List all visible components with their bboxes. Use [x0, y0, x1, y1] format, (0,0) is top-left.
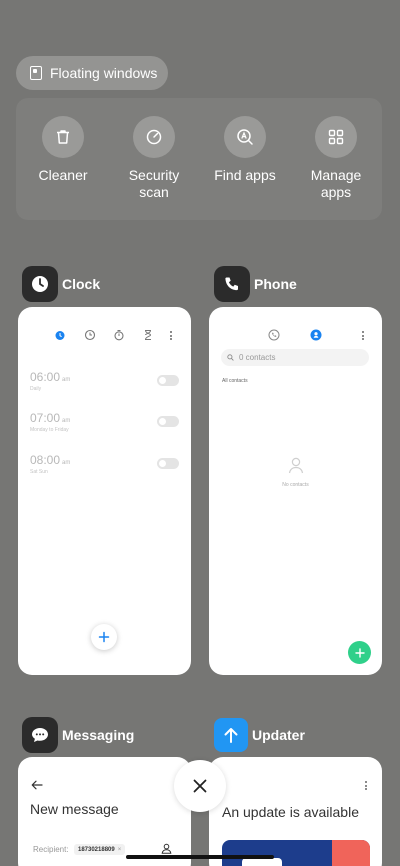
alarm-tab-icon[interactable]: [54, 329, 66, 341]
close-icon: [193, 779, 207, 793]
grid-icon: [315, 116, 357, 158]
alarm-ampm: am: [62, 418, 71, 424]
clock-more-menu-icon[interactable]: [170, 331, 173, 341]
plus-icon: [354, 647, 365, 658]
remove-recipient-icon[interactable]: ×: [118, 847, 122, 853]
updater-app-card[interactable]: An update is available: [209, 757, 382, 866]
clock-app-card[interactable]: 06:00 am Daily 07:00 am Monday to Friday 0…: [18, 307, 191, 675]
updater-more-menu-icon[interactable]: [365, 781, 368, 791]
phone-app-header[interactable]: Phone: [214, 266, 297, 302]
alarm-repeat-label: Sat Sun: [30, 469, 48, 475]
phone-app-card[interactable]: 0 contacts All contacts No contacts: [209, 307, 382, 675]
alarm-time: 07:00: [30, 411, 61, 425]
new-message-title: New message: [30, 801, 119, 817]
add-contact-icon[interactable]: [161, 843, 172, 854]
gesture-navigation-bar[interactable]: [126, 855, 274, 859]
alarm-item[interactable]: 06:00 am Daily: [30, 370, 70, 392]
manage-apps-button[interactable]: Manage apps: [292, 116, 380, 201]
no-contacts-label: No contacts: [282, 482, 309, 488]
clock-app-name: Clock: [62, 276, 101, 292]
recents-tab-icon[interactable]: [268, 329, 280, 341]
alarm-ampm: am: [62, 377, 71, 383]
updater-app-icon: [214, 718, 248, 752]
alarm-repeat-label: Monday to Friday: [30, 427, 69, 433]
updater-app-name: Updater: [252, 727, 305, 743]
update-available-title: An update is available: [222, 804, 359, 820]
clock-app-header[interactable]: Clock: [22, 266, 100, 302]
alarm-item[interactable]: 07:00 am Monday to Friday: [30, 411, 70, 433]
messaging-app-card[interactable]: New message Recipient: 18730218809 ×: [18, 757, 191, 866]
trash-icon: [42, 116, 84, 158]
contacts-tab-icon[interactable]: [310, 329, 322, 341]
add-contact-button[interactable]: [348, 641, 371, 664]
alarm-toggle[interactable]: [157, 416, 179, 427]
cleaner-button[interactable]: Cleaner: [19, 116, 107, 184]
messaging-app-header[interactable]: Messaging: [22, 717, 134, 753]
stopwatch-tab-icon[interactable]: [113, 329, 125, 341]
update-banner-image: [222, 840, 370, 866]
find-apps-label: Find apps: [214, 167, 276, 183]
alarm-toggle[interactable]: [157, 375, 179, 386]
alarm-repeat-label: Daily: [30, 386, 42, 392]
security-scan-icon: [133, 116, 175, 158]
recipient-label: Recipient:: [33, 845, 69, 854]
cleaner-label: Cleaner: [38, 167, 88, 183]
alarm-time: 08:00: [30, 453, 61, 467]
clear-all-button[interactable]: [174, 760, 226, 812]
contacts-search-input[interactable]: 0 contacts: [221, 349, 369, 366]
updater-app-header[interactable]: Updater: [214, 717, 305, 753]
plus-icon: [98, 631, 110, 643]
alarm-item[interactable]: 08:00 am Sat Sun: [30, 453, 70, 475]
security-scan-button[interactable]: Security scan: [110, 116, 198, 201]
timer-tab-icon[interactable]: [142, 329, 154, 341]
find-apps-button[interactable]: Find apps: [201, 116, 289, 184]
back-arrow-icon[interactable]: [31, 780, 43, 790]
find-apps-icon: [224, 116, 266, 158]
messaging-app-name: Messaging: [62, 727, 135, 743]
phone-app-name: Phone: [254, 276, 297, 292]
world-clock-tab-icon[interactable]: [84, 329, 96, 341]
messaging-app-icon: [22, 717, 58, 753]
alarm-ampm: am: [62, 460, 71, 466]
search-icon: [227, 354, 234, 361]
all-contacts-section-label: All contacts: [222, 378, 248, 384]
clock-app-icon: [22, 266, 58, 302]
security-scan-label: Security scan: [128, 167, 180, 200]
alarm-time: 06:00: [30, 370, 61, 384]
contacts-search-placeholder: 0 contacts: [239, 353, 276, 362]
phone-more-menu-icon[interactable]: [362, 331, 365, 341]
floating-window-icon: [30, 66, 42, 80]
person-icon: [288, 457, 304, 474]
floating-windows-label: Floating windows: [50, 65, 158, 81]
floating-windows-button[interactable]: Floating windows: [16, 56, 168, 90]
alarm-toggle[interactable]: [157, 458, 179, 469]
recipient-number: 18730218809: [78, 846, 115, 853]
add-alarm-button[interactable]: [91, 624, 117, 650]
manage-apps-label: Manage apps: [310, 167, 362, 200]
phone-app-icon: [214, 266, 250, 302]
recipient-chip[interactable]: 18730218809 ×: [74, 844, 126, 855]
